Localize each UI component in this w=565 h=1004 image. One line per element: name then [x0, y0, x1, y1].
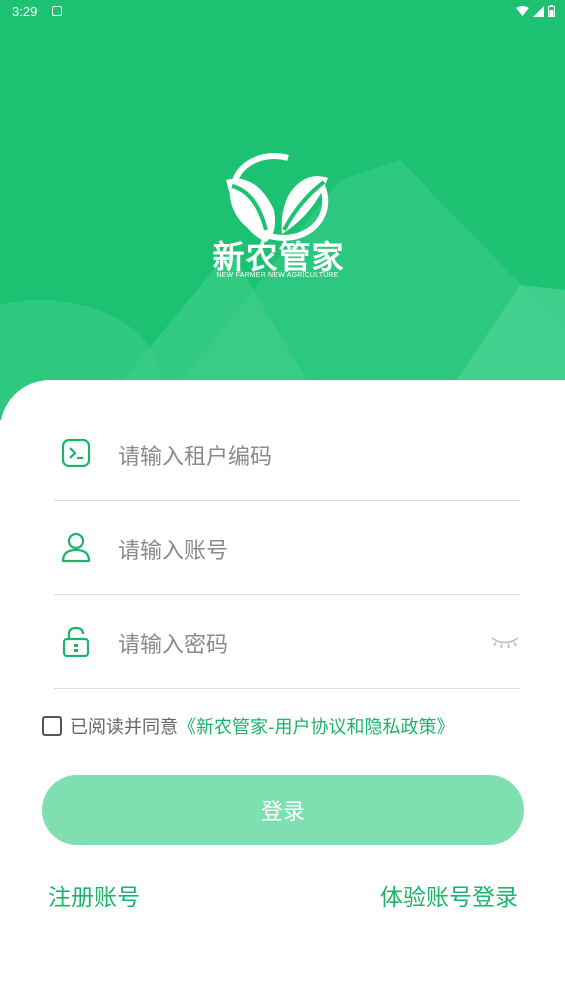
status-icons	[516, 5, 555, 17]
agreement-text: 已阅读并同意	[70, 717, 178, 738]
status-bar: 3:29	[0, 0, 565, 24]
account-input[interactable]: 请输入账号	[118, 533, 228, 565]
register-link[interactable]: 注册账号	[48, 878, 140, 912]
user-icon	[61, 532, 91, 563]
signal-icon	[533, 5, 544, 17]
agreement-link[interactable]: 《新农管家-用户协议和隐私政策》	[178, 713, 455, 739]
brand-tagline: NEW FARMER NEW AGRICULTURE	[216, 272, 339, 279]
password-input[interactable]: 请输入密码	[118, 627, 228, 659]
terminal-icon	[61, 438, 91, 468]
lock-icon	[62, 626, 90, 657]
trial-login-link[interactable]: 体验账号登录	[380, 878, 518, 912]
agreement-checkbox[interactable]	[42, 716, 62, 736]
header-banner: 3:29 新农管家 NEW FARMER NEW AGRICULTURE	[0, 0, 565, 420]
tenant-code-input[interactable]: 请输入租户编码	[118, 439, 272, 471]
tenant-code-field[interactable]: 请输入租户编码	[54, 407, 520, 501]
login-button[interactable]: 登录	[42, 775, 524, 845]
eye-closed-icon[interactable]	[490, 635, 520, 649]
battery-icon	[548, 5, 555, 17]
status-time: 3:29	[12, 4, 38, 19]
password-field[interactable]: 请输入密码	[54, 595, 520, 689]
account-field[interactable]: 请输入账号	[54, 501, 520, 595]
agreement-row: 已阅读并同意 《新农管家-用户协议和隐私政策》	[42, 713, 455, 739]
wifi-icon	[516, 5, 529, 16]
notification-icon	[52, 6, 62, 16]
